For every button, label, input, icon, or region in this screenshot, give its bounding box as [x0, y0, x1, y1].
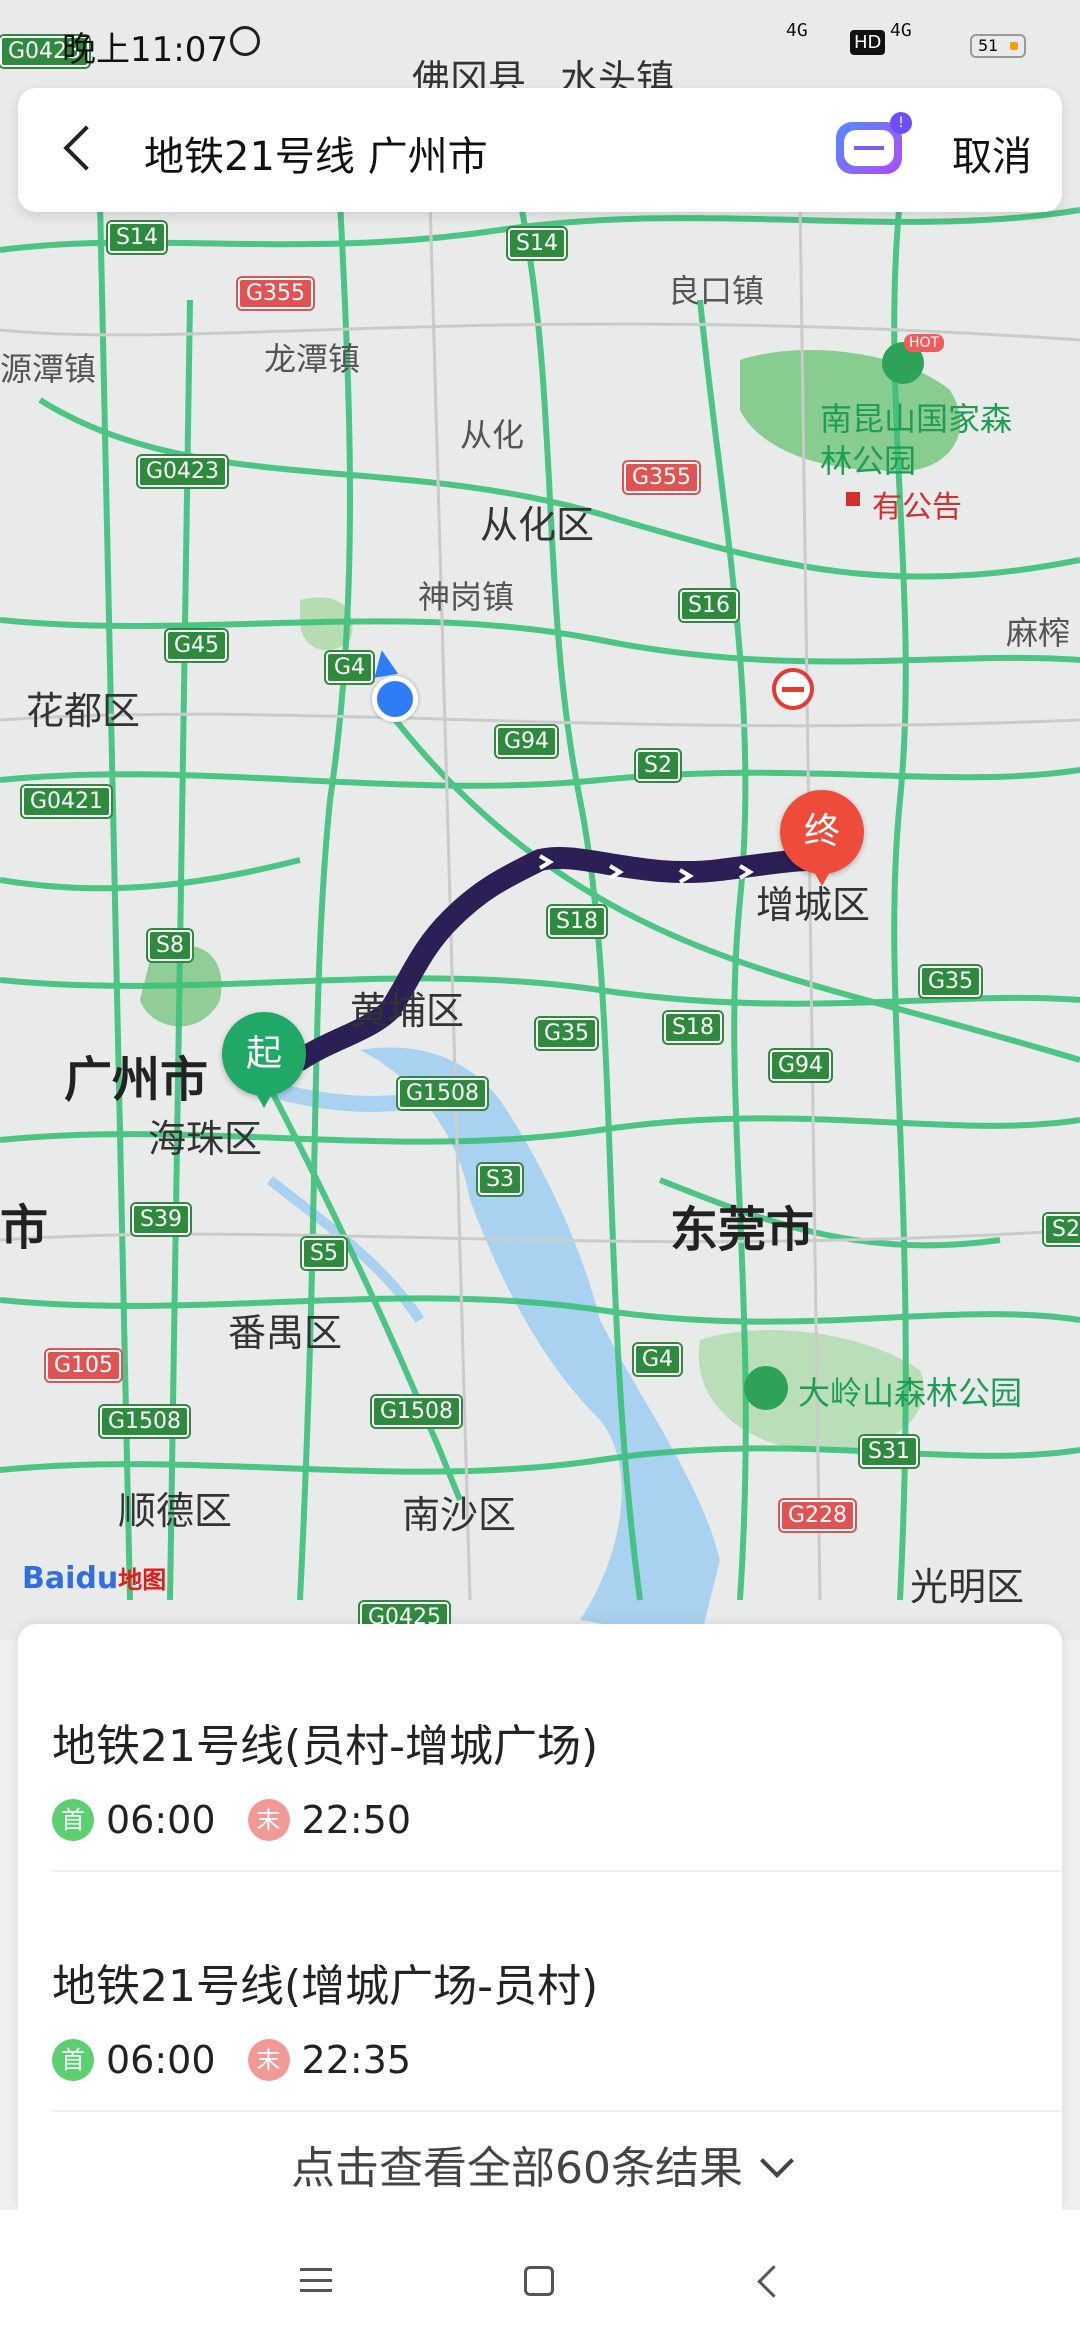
home-icon[interactable]	[524, 2266, 554, 2296]
no-entry-icon[interactable]	[772, 668, 814, 710]
signal-icon: 4G	[786, 20, 808, 41]
first-train-time: 06:00	[106, 2038, 216, 2082]
shield-g45: G45	[163, 628, 230, 663]
map-label-conghua: 从化	[460, 416, 525, 454]
divider	[52, 1870, 1062, 1872]
back-nav-icon[interactable]	[757, 2265, 790, 2298]
map-label-shengang: 神岗镇	[418, 578, 515, 616]
shield-s39: S39	[130, 1202, 192, 1237]
shield-s16: S16	[678, 588, 740, 623]
ai-assistant-icon[interactable]: !	[836, 112, 912, 174]
line-title: 地铁21号线(增城广场-员村)	[52, 1961, 599, 2012]
shield-g1508: G1508	[97, 1404, 192, 1439]
map-label-mazha: 麻榨	[1006, 614, 1071, 652]
hd-badge: HD	[850, 30, 886, 55]
shield-s3: S3	[476, 1162, 524, 1197]
shield-g355: G355	[235, 276, 316, 311]
divider	[52, 2110, 1062, 2112]
shield-s29: S29	[1042, 1212, 1080, 1247]
map-label-shunde: 顺德区	[118, 1489, 233, 1533]
show-all-label: 点击查看全部60条结果	[291, 2143, 743, 2194]
current-location-icon[interactable]	[372, 676, 418, 722]
shield-g355: G355	[621, 460, 702, 495]
shield-s31: S31	[858, 1434, 920, 1469]
shield-g94: G94	[493, 724, 560, 759]
first-train-time: 06:00	[106, 1798, 216, 1842]
shield-g4: G4	[631, 1342, 684, 1377]
map-notice[interactable]: 有公告	[872, 482, 962, 526]
shield-s14: S14	[506, 226, 568, 261]
first-train-badge: 首	[52, 2039, 94, 2081]
line-times: 首 06:00 末 22:50	[52, 1798, 1062, 1842]
assistant-notification-badge: !	[890, 112, 912, 134]
map-label-haizhu: 海珠区	[148, 1117, 263, 1161]
map-label-longtan: 龙潭镇	[264, 340, 361, 378]
shield-g0421: G0421	[19, 784, 114, 819]
search-query[interactable]: 地铁21号线 广州市	[144, 124, 488, 182]
shield-g228: G228	[777, 1498, 858, 1533]
first-train-badge: 首	[52, 1799, 94, 1841]
map-label-huangpu: 黄埔区	[350, 989, 465, 1033]
map-poi-nankunshan[interactable]: 南昆山国家森林公园	[820, 398, 1020, 482]
shield-g0423: G0423	[135, 454, 230, 489]
line-times: 首 06:00 末 22:35	[52, 2038, 1062, 2082]
map-label-panyu: 番禺区	[228, 1311, 343, 1355]
hot-badge: HOT	[904, 334, 945, 352]
list-item[interactable]: 地铁21号线(增城广场-员村) 首 06:00 末 22:35	[52, 1950, 1062, 2082]
map-label-dongguan: 东莞市	[670, 1202, 815, 1258]
map-label-yuantan: 源潭镇	[0, 350, 97, 388]
map-label-liangkou: 良口镇	[668, 272, 765, 310]
signal-icon: 4G	[890, 20, 912, 41]
shield-s8: S8	[146, 928, 194, 963]
shield-s2: S2	[634, 748, 682, 783]
map-label-nansha: 南沙区	[402, 1493, 517, 1537]
alarm-icon	[230, 26, 260, 56]
shield-s18: S18	[662, 1010, 724, 1045]
system-nav-bar	[0, 2210, 1080, 2340]
logo-ditu: 地图	[118, 1566, 167, 1594]
map-poi-dalingshan[interactable]: 大岭山森林公园	[798, 1368, 1022, 1414]
show-all-results-button[interactable]: 点击查看全部60条结果	[18, 2132, 1062, 2196]
status-bar: 晚上11:07 4G HD 4G 51	[0, 0, 1080, 86]
shield-g1508: G1508	[395, 1076, 490, 1111]
search-bar: 地铁21号线 广州市 ! 取消	[18, 88, 1062, 212]
last-train-time: 22:35	[301, 2038, 412, 2082]
map-label-guangzhou: 广州市	[64, 1052, 209, 1108]
heading-arrow-icon	[369, 648, 399, 678]
route-end-marker[interactable]: 终	[780, 790, 864, 886]
shield-g35: G35	[917, 964, 984, 999]
shield-g35: G35	[533, 1016, 600, 1051]
map-label-huadu: 花都区	[26, 689, 141, 733]
park-icon	[744, 1366, 788, 1410]
shield-g94: G94	[767, 1048, 834, 1083]
status-time: 晚上11:07	[62, 30, 228, 70]
line-title: 地铁21号线(员村-增城广场)	[52, 1721, 599, 1772]
logo-bai: Bai	[22, 1561, 76, 1596]
map-label-shi-edge: 市	[0, 1200, 49, 1256]
map-label-conghua-district: 从化区	[480, 503, 595, 547]
battery-icon: 51	[970, 34, 1026, 58]
shield-s5: S5	[300, 1236, 348, 1271]
shield-g105: G105	[43, 1348, 124, 1383]
assistant-face	[854, 146, 884, 150]
route-start-marker[interactable]: 起	[222, 1012, 306, 1108]
shield-s14: S14	[106, 220, 168, 255]
shield-g1508: G1508	[369, 1394, 464, 1429]
map-label-guangming: 光明区	[910, 1565, 1025, 1609]
chevron-down-icon	[760, 2144, 794, 2178]
results-panel: 地铁21号线(员村-增城广场) 首 06:00 末 22:50 地铁21号线(增…	[18, 1624, 1062, 2210]
last-train-time: 22:50	[301, 1798, 412, 1842]
last-train-badge: 末	[247, 1799, 290, 1841]
baidu-map-logo: Baidu地图	[22, 1560, 166, 1596]
last-train-badge: 末	[247, 2039, 290, 2081]
logo-du: du	[75, 1561, 119, 1596]
back-icon[interactable]	[63, 125, 109, 171]
cancel-button[interactable]: 取消	[952, 124, 1032, 182]
list-item[interactable]: 地铁21号线(员村-增城广场) 首 06:00 末 22:50	[52, 1710, 1062, 1842]
shield-s18: S18	[546, 904, 608, 939]
menu-icon[interactable]	[300, 2268, 332, 2292]
map-view[interactable]: 佛冈县 水头镇 良口镇 源潭镇 龙潭镇 从化 从化区 神岗镇 南昆山国家森林公园…	[0, 0, 1080, 1640]
shield-g4: G4	[323, 650, 376, 685]
speaker-icon	[846, 492, 860, 506]
